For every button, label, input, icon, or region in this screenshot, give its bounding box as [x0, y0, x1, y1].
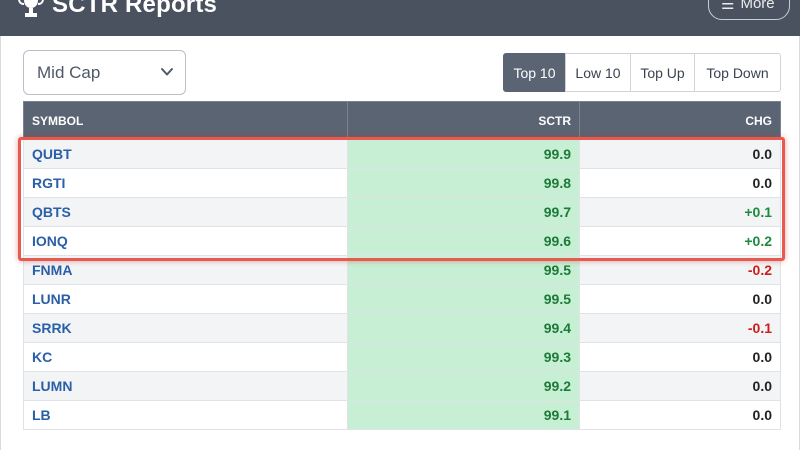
sctr-value: 99.9: [347, 139, 580, 169]
symbol-link[interactable]: LUNR: [23, 284, 348, 314]
app-header: SCTR Reports ☰ More: [0, 0, 800, 36]
sctr-value: 99.1: [347, 400, 580, 430]
table-body: QUBT 99.9 0.0 RGTI 99.8 0.0 QBTS 99.7 +0.1 IONQ 99…: [23, 139, 781, 430]
more-button[interactable]: ☰ More: [708, 0, 790, 20]
symbol-link[interactable]: QBTS: [23, 197, 348, 227]
change-value: +0.1: [579, 197, 781, 227]
tab-low-10[interactable]: Low 10: [565, 53, 631, 92]
change-value: +0.2: [579, 226, 781, 256]
symbol-link[interactable]: QUBT: [23, 139, 348, 169]
sctr-value: 99.5: [347, 255, 580, 285]
change-value: 0.0: [579, 139, 781, 169]
column-header-chg[interactable]: CHG: [579, 101, 781, 140]
chevron-down-icon: [161, 68, 173, 76]
menu-icon: ☰: [721, 0, 735, 13]
change-value: -0.1: [579, 313, 781, 343]
change-value: -0.2: [579, 255, 781, 285]
column-header-sctr[interactable]: SCTR: [347, 101, 580, 140]
symbol-link[interactable]: FNMA: [23, 255, 348, 285]
table-row[interactable]: SRRK 99.4 -0.1: [23, 313, 781, 343]
change-value: 0.0: [579, 400, 781, 430]
tab-top-down[interactable]: Top Down: [694, 53, 781, 92]
change-value: 0.0: [579, 168, 781, 198]
table-row[interactable]: LUNR 99.5 0.0: [23, 284, 781, 314]
change-value: 0.0: [579, 342, 781, 372]
symbol-link[interactable]: LB: [23, 400, 348, 430]
sctr-value: 99.4: [347, 313, 580, 343]
trophy-icon: [18, 0, 44, 17]
sctr-value: 99.5: [347, 284, 580, 314]
table-row[interactable]: FNMA 99.5 -0.2: [23, 255, 781, 285]
table-row[interactable]: RGTI 99.8 0.0: [23, 168, 781, 198]
symbol-link[interactable]: SRRK: [23, 313, 348, 343]
tab-label: Top Up: [640, 64, 685, 81]
tab-top-10[interactable]: Top 10: [503, 53, 566, 92]
change-value: 0.0: [579, 284, 781, 314]
page-title: SCTR Reports: [52, 0, 218, 18]
sctr-value: 99.2: [347, 371, 580, 401]
sctr-value: 99.3: [347, 342, 580, 372]
column-header-symbol[interactable]: SYMBOL: [23, 101, 348, 140]
market-cap-select-value: Mid Cap: [37, 62, 101, 82]
table-row[interactable]: LUMN 99.2 0.0: [23, 371, 781, 401]
table-row[interactable]: QUBT 99.9 0.0: [23, 139, 781, 169]
market-cap-select[interactable]: Mid Cap: [23, 50, 186, 95]
tab-top-up[interactable]: Top Up: [630, 53, 695, 92]
sctr-value: 99.6: [347, 226, 580, 256]
sctr-value: 99.8: [347, 168, 580, 198]
sctr-table: SYMBOL SCTR CHG QUBT 99.9 0.0 RGTI 99.8 0.0 QB…: [23, 101, 781, 430]
table-row[interactable]: IONQ 99.6 +0.2: [23, 226, 781, 256]
table-row[interactable]: LB 99.1 0.0: [23, 400, 781, 430]
symbol-link[interactable]: IONQ: [23, 226, 348, 256]
table-row[interactable]: QBTS 99.7 +0.1: [23, 197, 781, 227]
tab-label: Top 10: [513, 64, 556, 81]
tab-label: Low 10: [575, 64, 621, 81]
ranking-tabs: Top 10 Low 10 Top Up Top Down: [503, 53, 781, 92]
symbol-link[interactable]: KC: [23, 342, 348, 372]
symbol-link[interactable]: RGTI: [23, 168, 348, 198]
table-header-row: SYMBOL SCTR CHG: [23, 101, 781, 140]
sctr-value: 99.7: [347, 197, 580, 227]
symbol-link[interactable]: LUMN: [23, 371, 348, 401]
table-row[interactable]: KC 99.3 0.0: [23, 342, 781, 372]
tab-label: Top Down: [706, 64, 769, 81]
change-value: 0.0: [579, 371, 781, 401]
more-button-label: More: [740, 0, 775, 12]
